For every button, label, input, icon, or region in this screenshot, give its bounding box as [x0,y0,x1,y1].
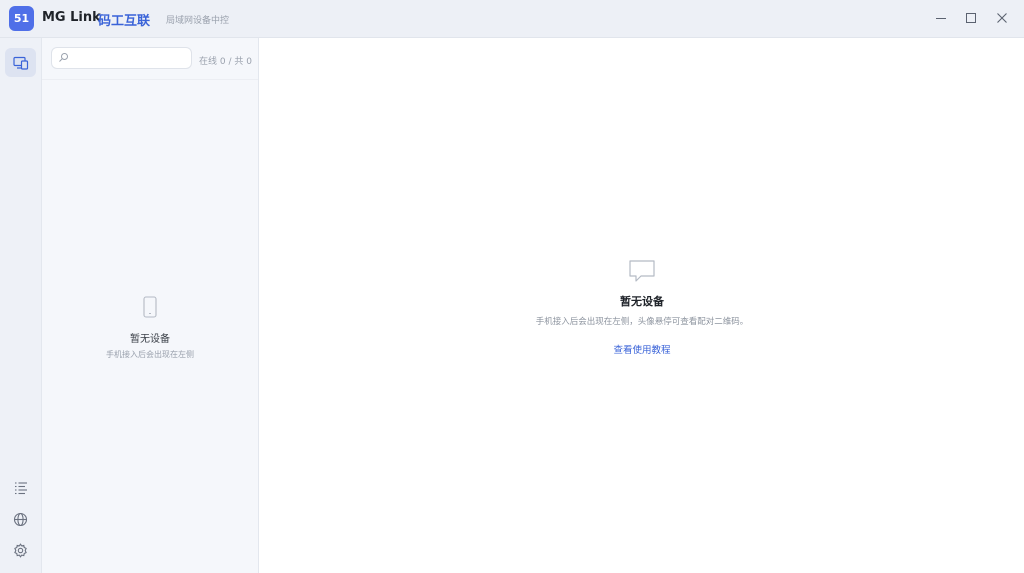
phone-icon [143,296,157,318]
app-name-cn: 码工互联 [98,14,151,29]
tutorial-link[interactable]: 查看使用教程 [613,342,670,356]
search-icon [59,53,68,62]
device-count: 在线 0 / 共 0 [199,57,252,67]
minimize-button[interactable] [926,4,956,32]
minimize-icon [936,18,946,19]
globe-icon [13,512,28,527]
title-bar: 51 MG Link 码工互联 局域网设备中控 [0,0,1024,38]
close-button[interactable] [987,4,1017,32]
main-empty-state: 暂无设备 手机接入后会出现在左侧，头像悬停可查看配对二维码。 查看使用教程 [260,259,1024,357]
main-content: 暂无设备 手机接入后会出现在左侧，头像悬停可查看配对二维码。 查看使用教程 [260,38,1024,573]
gear-icon [14,543,27,558]
close-icon [997,13,1007,23]
main-empty-title: 暂无设备 [620,295,664,308]
rail-item-network[interactable] [5,505,36,534]
rail-item-list[interactable] [5,473,36,502]
device-panel: 在线 0 / 共 0 暂无设备 手机接入后会出现在左侧 [42,38,259,573]
device-list-empty-state: 暂无设备 手机接入后会出现在左侧 [42,296,258,360]
search-box[interactable] [51,47,192,69]
nav-rail [0,38,42,573]
empty-description: 手机接入后会出现在左侧 [106,350,194,359]
rail-item-settings[interactable] [5,536,36,565]
maximize-button[interactable] [956,4,986,32]
app-logo: 51 [9,6,34,31]
list-icon [14,481,27,494]
main-empty-description: 手机接入后会出现在左侧，头像悬停可查看配对二维码。 [535,317,749,327]
app-subtitle: 局域网设备中控 [166,16,230,26]
empty-title: 暂无设备 [130,334,170,345]
maximize-icon [966,13,976,23]
chat-bubble-icon [629,260,655,282]
divider [42,79,258,80]
app-name: MG Link [42,10,101,25]
search-input[interactable] [74,50,186,66]
devices-icon [12,56,28,70]
rail-item-devices[interactable] [5,48,36,77]
